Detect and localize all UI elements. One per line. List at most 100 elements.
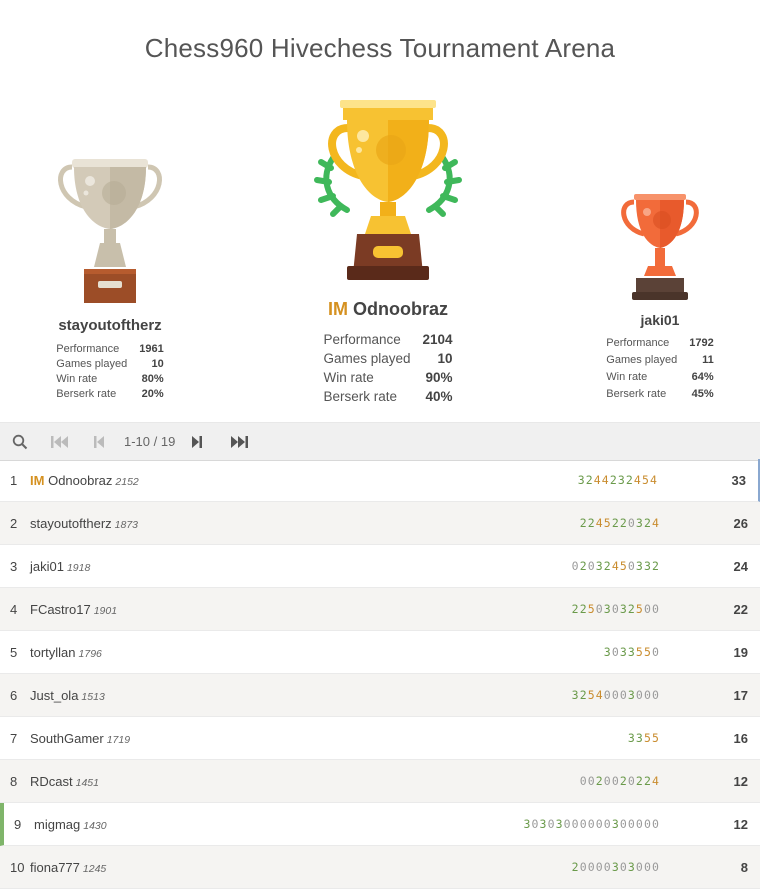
score-digit: 0 <box>635 817 644 831</box>
podium-second-stats: Performance 1961 Games played 10 Win rate 8… <box>56 342 163 402</box>
player-name[interactable]: Just_ola 1513 <box>30 688 105 703</box>
standings-table: 1 IM Odnoobraz 2152 3244232454 33 2 stayo… <box>0 459 760 889</box>
table-row[interactable]: 3 jaki01 1918 02032450332 24 <box>0 545 760 588</box>
rank: 5 <box>10 645 18 660</box>
podium-first-name[interactable]: IM Odnoobraz <box>298 299 478 320</box>
silver-trophy-icon <box>58 159 162 303</box>
total-score: 26 <box>733 516 748 531</box>
table-row[interactable]: 1 IM Odnoobraz 2152 3244232454 33 <box>0 459 760 502</box>
score-digit: 2 <box>571 860 580 874</box>
table-row[interactable]: 4 FCastro17 1901 22503032500 22 <box>0 588 760 631</box>
first-page-icon[interactable] <box>50 423 70 460</box>
score-digit: 0 <box>587 860 596 874</box>
player-name[interactable]: migmag 1430 <box>34 817 107 832</box>
score-digit: 5 <box>641 473 650 487</box>
score-digit: 4 <box>649 473 658 487</box>
table-row[interactable]: 10 fiona777 1245 20000303000 8 <box>0 846 760 889</box>
score-digit: 4 <box>633 473 642 487</box>
table-row[interactable]: 9 migmag 1430 30303000000300000 12 <box>0 803 760 846</box>
player-name[interactable]: stayoutoftherz 1873 <box>30 516 138 531</box>
score-digit: 0 <box>571 817 580 831</box>
table-row[interactable]: 7 SouthGamer 1719 3355 16 <box>0 717 760 760</box>
score-digit: 2 <box>619 774 628 788</box>
score-digit: 3 <box>577 473 586 487</box>
last-page-icon[interactable] <box>229 423 249 460</box>
total-score: 12 <box>733 817 748 832</box>
score-digit: 4 <box>651 774 660 788</box>
score-digit: 2 <box>611 516 620 530</box>
score-digit: 5 <box>635 602 644 616</box>
score-digit: 0 <box>563 817 572 831</box>
score-digit: 0 <box>651 645 660 659</box>
score-digit: 0 <box>579 860 588 874</box>
table-row[interactable]: 6 Just_ola 1513 32540003000 17 <box>0 674 760 717</box>
score-digit: 3 <box>627 688 636 702</box>
table-row[interactable]: 2 stayoutoftherz 1873 2245220324 26 <box>0 502 760 545</box>
score-digit: 4 <box>595 688 604 702</box>
score-digit: 2 <box>571 602 580 616</box>
score-digit: 4 <box>611 559 620 573</box>
stat-label: Performance <box>56 343 120 355</box>
search-icon[interactable] <box>12 423 28 460</box>
score-sheet: 32540003000 <box>572 688 660 702</box>
stat-value: 1961 <box>139 343 164 355</box>
rank: 6 <box>10 688 18 703</box>
next-page-icon[interactable] <box>190 423 204 460</box>
podium-third-name[interactable]: jaki01 <box>600 312 720 328</box>
player-name[interactable]: tortyllan 1796 <box>30 645 102 660</box>
player-name[interactable]: RDcast 1451 <box>30 774 99 789</box>
score-digit: 3 <box>627 860 636 874</box>
score-digit: 0 <box>619 688 628 702</box>
stat-label: Performance <box>323 332 401 347</box>
player-name[interactable]: FCastro17 1901 <box>30 602 117 617</box>
score-sheet: 3355 <box>628 731 660 745</box>
score-digit: 5 <box>603 516 612 530</box>
stat-label: Games played <box>323 351 411 366</box>
rank: 9 <box>14 817 22 832</box>
score-digit: 2 <box>619 516 628 530</box>
stat-value: 10 <box>151 358 164 370</box>
player-name[interactable]: fiona777 1245 <box>30 860 106 875</box>
score-digit: 0 <box>579 774 588 788</box>
score-sheet: 02032450332 <box>572 559 660 573</box>
score-digit: 0 <box>619 860 628 874</box>
rank: 3 <box>10 559 18 574</box>
table-row[interactable]: 5 tortyllan 1796 3033550 19 <box>0 631 760 674</box>
stat-label: Games played <box>56 358 128 370</box>
podium-third: jaki01 Performance 1792 Games played 11 Wi… <box>600 192 720 403</box>
player-name[interactable]: IM Odnoobraz 2152 <box>30 473 139 488</box>
stat-value: 1792 <box>689 337 714 349</box>
score-digit: 0 <box>635 688 644 702</box>
score-digit: 3 <box>635 516 644 530</box>
score-digit: 0 <box>587 559 596 573</box>
score-digit: 4 <box>651 516 660 530</box>
score-digit: 3 <box>539 817 548 831</box>
stat-label: Berserk rate <box>323 389 397 404</box>
stat-label: Win rate <box>606 371 648 383</box>
score-digit: 0 <box>643 860 652 874</box>
score-digit: 5 <box>587 688 596 702</box>
score-digit: 2 <box>603 559 612 573</box>
score-digit: 5 <box>587 602 596 616</box>
score-digit: 0 <box>635 860 644 874</box>
total-score: 22 <box>733 602 748 617</box>
player-rating: 1901 <box>93 605 118 617</box>
score-digit: 0 <box>611 774 620 788</box>
score-digit: 0 <box>643 602 652 616</box>
score-sheet: 20000303000 <box>572 860 660 874</box>
rank: 8 <box>10 774 18 789</box>
rank: 7 <box>10 731 18 746</box>
podium-third-stats: Performance 1792 Games played 11 Win rate 6… <box>606 335 713 403</box>
previous-page-icon[interactable] <box>92 423 106 460</box>
player-name[interactable]: SouthGamer 1719 <box>30 731 130 746</box>
score-digit: 2 <box>651 559 660 573</box>
podium-second-name[interactable]: stayoutoftherz <box>40 317 180 334</box>
stat-label: Performance <box>606 337 670 349</box>
total-score: 24 <box>733 559 748 574</box>
table-row[interactable]: 8 RDcast 1451 0020020224 12 <box>0 760 760 803</box>
stat-value: 11 <box>702 354 714 366</box>
score-digit: 0 <box>587 774 596 788</box>
player-name[interactable]: jaki01 1918 <box>30 559 90 574</box>
score-digit: 0 <box>603 688 612 702</box>
score-digit: 3 <box>571 688 580 702</box>
